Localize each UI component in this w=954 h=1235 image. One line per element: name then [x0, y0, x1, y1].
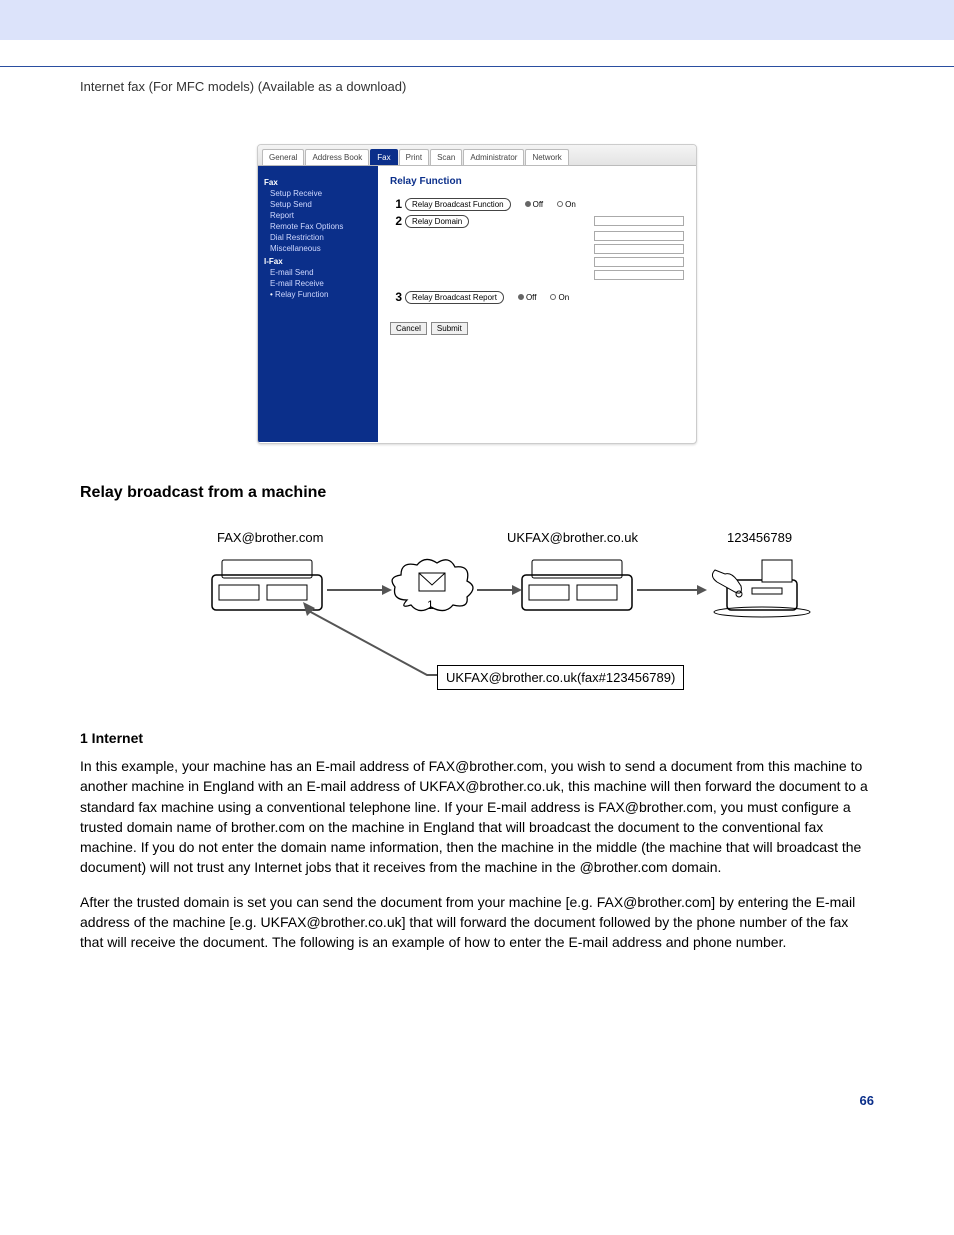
panel-title: Relay Function — [390, 176, 684, 187]
sidebar-item[interactable]: Setup Receive — [270, 189, 372, 198]
callout-relay-broadcast-report: Relay Broadcast Report — [405, 291, 504, 304]
tab-network[interactable]: Network — [525, 149, 568, 165]
sidebar-item[interactable]: Miscellaneous — [270, 244, 372, 253]
callout-number-1: 1 — [390, 197, 402, 211]
section-heading: Relay broadcast from a machine — [80, 484, 874, 502]
sidebar-item[interactable]: E-mail Send — [270, 268, 372, 277]
paragraph-1: In this example, your machine has an E-m… — [80, 756, 874, 878]
header-rule — [0, 66, 954, 67]
cloud-number: 1 — [427, 598, 434, 612]
radio-off[interactable]: Off — [525, 200, 544, 209]
printer-icon — [517, 555, 637, 615]
diagram-label-left: FAX@brother.com — [217, 530, 323, 545]
tab-scan[interactable]: Scan — [430, 149, 462, 165]
tab-print[interactable]: Print — [399, 149, 429, 165]
sidebar-item[interactable]: E-mail Receive — [270, 279, 372, 288]
sidebar-item[interactable]: Setup Send — [270, 200, 372, 209]
printer-icon — [207, 555, 327, 615]
diagram-address-box: UKFAX@brother.co.uk(fax#123456789) — [437, 665, 684, 690]
window-title-bar — [0, 0, 954, 40]
ui-main-panel: Relay Function 1 Relay Broadcast Functio… — [378, 166, 696, 442]
callout-number-3: 3 — [390, 290, 402, 304]
sidebar-item[interactable]: Report — [270, 211, 372, 220]
relay-diagram: FAX@brother.com UKFAX@brother.co.uk 1234… — [127, 530, 827, 710]
radio-on[interactable]: On — [550, 293, 569, 302]
domain-input[interactable] — [594, 231, 684, 241]
tab-general[interactable]: General — [262, 149, 304, 165]
callout-number-2: 2 — [390, 214, 402, 228]
ui-sidebar: Fax Setup Receive Setup Send Report Remo… — [258, 166, 378, 442]
radio-off[interactable]: Off — [518, 293, 537, 302]
domain-input[interactable] — [594, 270, 684, 280]
tab-address-book[interactable]: Address Book — [305, 149, 369, 165]
submit-button[interactable]: Submit — [431, 322, 468, 335]
sidebar-item[interactable]: Remote Fax Options — [270, 222, 372, 231]
page-number: 66 — [80, 1093, 874, 1108]
sidebar-item[interactable]: Dial Restriction — [270, 233, 372, 242]
domain-input[interactable] — [594, 257, 684, 267]
radio-on[interactable]: On — [557, 200, 576, 209]
ui-tabbar: General Address Book Fax Print Scan Admi… — [258, 145, 696, 166]
paragraph-2: After the trusted domain is set you can … — [80, 892, 874, 953]
domain-input[interactable] — [594, 244, 684, 254]
cancel-button[interactable]: Cancel — [390, 322, 427, 335]
list-heading: 1 Internet — [80, 730, 874, 746]
domain-input[interactable] — [594, 216, 684, 226]
callout-relay-broadcast-function: Relay Broadcast Function — [405, 198, 511, 211]
diagram-label-right: 123456789 — [727, 530, 792, 545]
relay-function-screenshot: General Address Book Fax Print Scan Admi… — [257, 144, 697, 444]
tab-administrator[interactable]: Administrator — [463, 149, 524, 165]
diagram-label-mid: UKFAX@brother.co.uk — [507, 530, 638, 545]
sidebar-item-relay-function[interactable]: Relay Function — [270, 290, 372, 299]
sidebar-group-ifax: I-Fax — [264, 257, 372, 266]
callout-relay-domain: Relay Domain — [405, 215, 469, 228]
fax-icon — [707, 550, 817, 620]
tab-fax[interactable]: Fax — [370, 149, 397, 165]
sidebar-group-fax: Fax — [264, 178, 372, 187]
page-header: Internet fax (For MFC models) (Available… — [80, 79, 874, 94]
